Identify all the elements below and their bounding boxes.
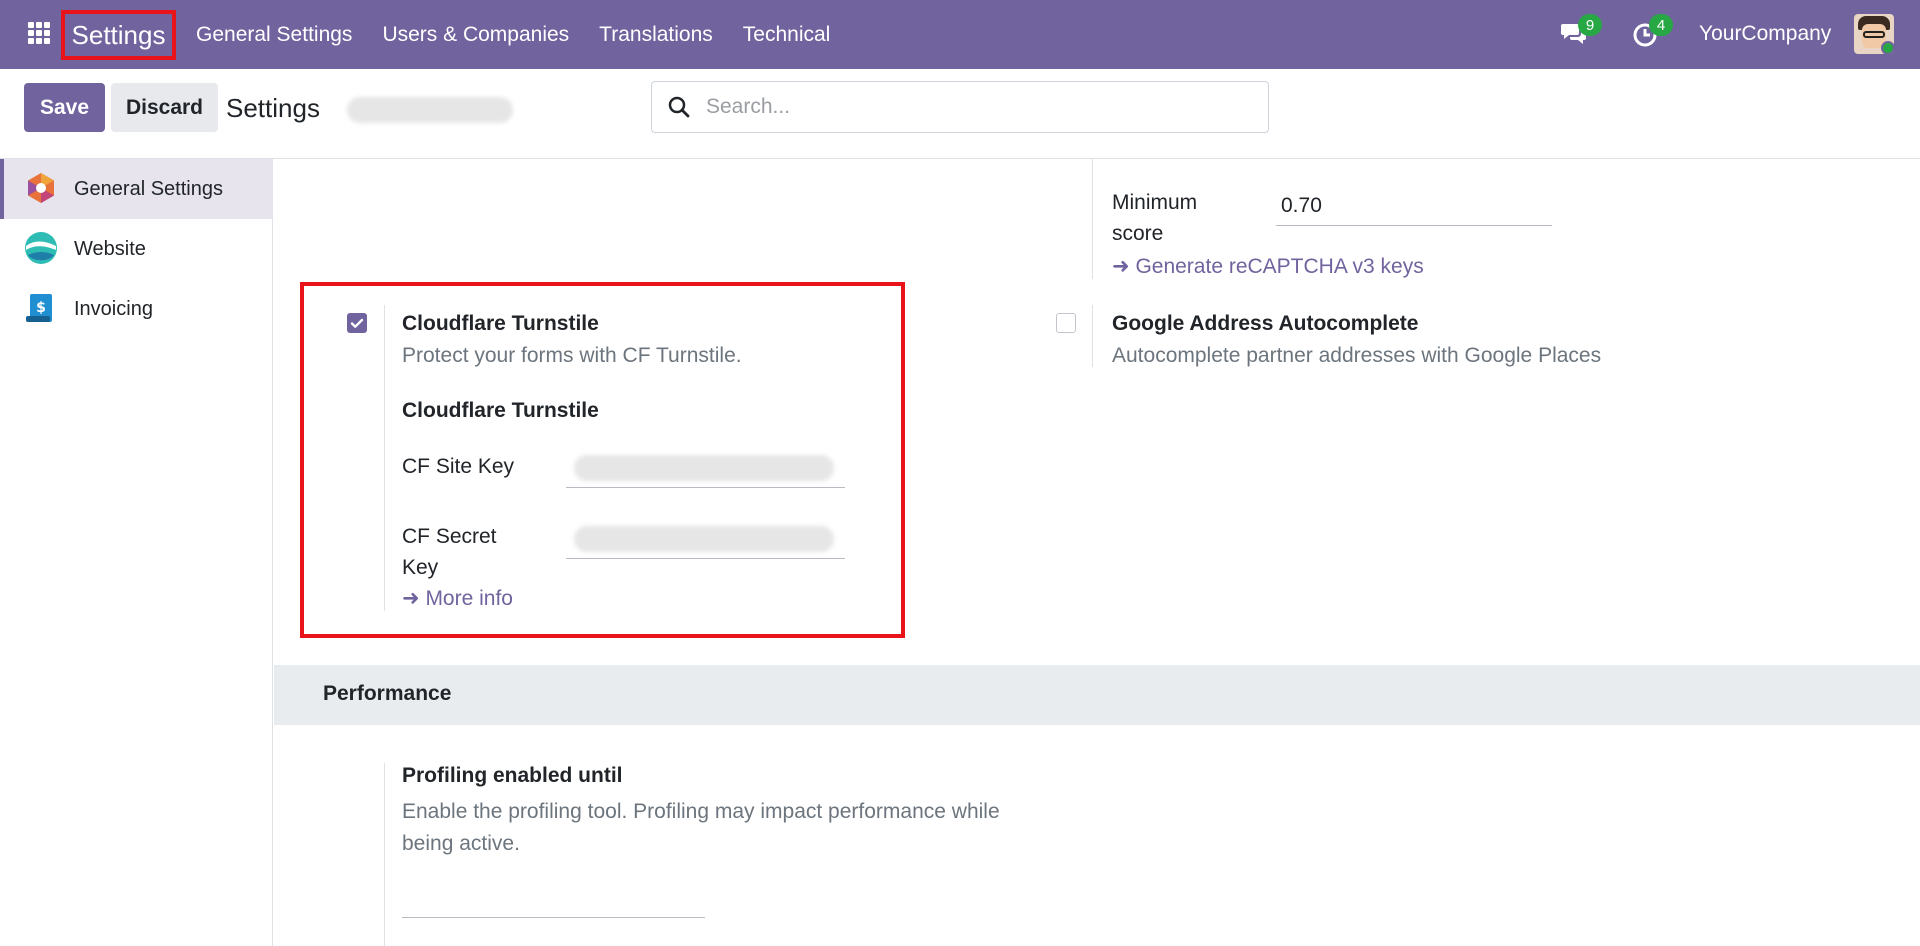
sidebar-label: Website	[74, 237, 146, 260]
menu-translations[interactable]: Translations	[599, 23, 713, 47]
sidebar-item-general-settings[interactable]: General Settings	[0, 159, 273, 219]
generate-recaptcha-keys-text: Generate reCAPTCHA v3 keys	[1135, 255, 1424, 278]
main-menu: General Settings Users & Companies Trans…	[196, 0, 860, 69]
menu-technical[interactable]: Technical	[743, 23, 831, 47]
search-bar[interactable]	[651, 81, 1269, 133]
top-navbar: Settings General Settings Users & Compan…	[0, 0, 1920, 69]
profiling-description: Enable the profiling tool. Profiling may…	[402, 800, 1000, 855]
activities-badge: 4	[1649, 14, 1673, 36]
page-title: Settings	[226, 93, 320, 123]
min-score-input[interactable]	[1276, 225, 1552, 226]
google-address-checkbox[interactable]	[1056, 313, 1076, 333]
messages-button[interactable]: 9	[1560, 14, 1602, 48]
sidebar-label: General Settings	[74, 177, 223, 200]
min-score-value[interactable]: 0.70	[1281, 194, 1322, 218]
min-score-label: Minimum score	[1112, 191, 1198, 245]
profiling-date-input[interactable]	[402, 917, 705, 918]
website-app-icon	[25, 232, 57, 264]
general-settings-app-icon	[28, 173, 54, 203]
app-grid-icon[interactable]	[28, 22, 50, 44]
brand-settings[interactable]: Settings	[61, 10, 176, 60]
svg-text:$: $	[36, 300, 46, 316]
performance-section-title: Performance	[323, 682, 452, 705]
google-address-title: Google Address Autocomplete	[1112, 312, 1419, 335]
messages-badge: 9	[1578, 14, 1602, 36]
sidebar-item-invoicing[interactable]: $ Invoicing	[0, 279, 273, 339]
company-switcher[interactable]: YourCompany	[1699, 22, 1831, 46]
redacted-text	[347, 97, 513, 123]
google-address-description: Autocomplete partner addresses with Goog…	[1112, 344, 1602, 367]
generate-recaptcha-keys-link[interactable]: ➜ Generate reCAPTCHA v3 keys	[1112, 254, 1424, 279]
user-avatar[interactable]	[1854, 14, 1894, 54]
settings-sidebar: General Settings Website $ Invoicing	[0, 159, 273, 946]
turnstile-highlight-box	[300, 282, 905, 638]
menu-users-companies[interactable]: Users & Companies	[382, 23, 569, 47]
control-panel: Save Discard Settings	[0, 69, 1920, 159]
activities-button[interactable]: 4	[1631, 14, 1673, 48]
online-status-icon	[1881, 41, 1894, 54]
search-icon	[668, 96, 690, 118]
sidebar-label: Invoicing	[74, 297, 153, 320]
performance-section-header: Performance	[274, 665, 1920, 725]
menu-general-settings[interactable]: General Settings	[196, 23, 352, 47]
discard-button[interactable]: Discard	[111, 83, 218, 132]
search-input[interactable]	[706, 90, 1246, 124]
settings-content: Minimum score 0.70 ➜ Generate reCAPTCHA …	[274, 159, 1920, 946]
invoicing-app-icon: $	[26, 294, 52, 322]
profiling-title: Profiling enabled until	[402, 764, 623, 787]
sidebar-item-website[interactable]: Website	[0, 219, 273, 279]
save-button[interactable]: Save	[24, 83, 105, 132]
